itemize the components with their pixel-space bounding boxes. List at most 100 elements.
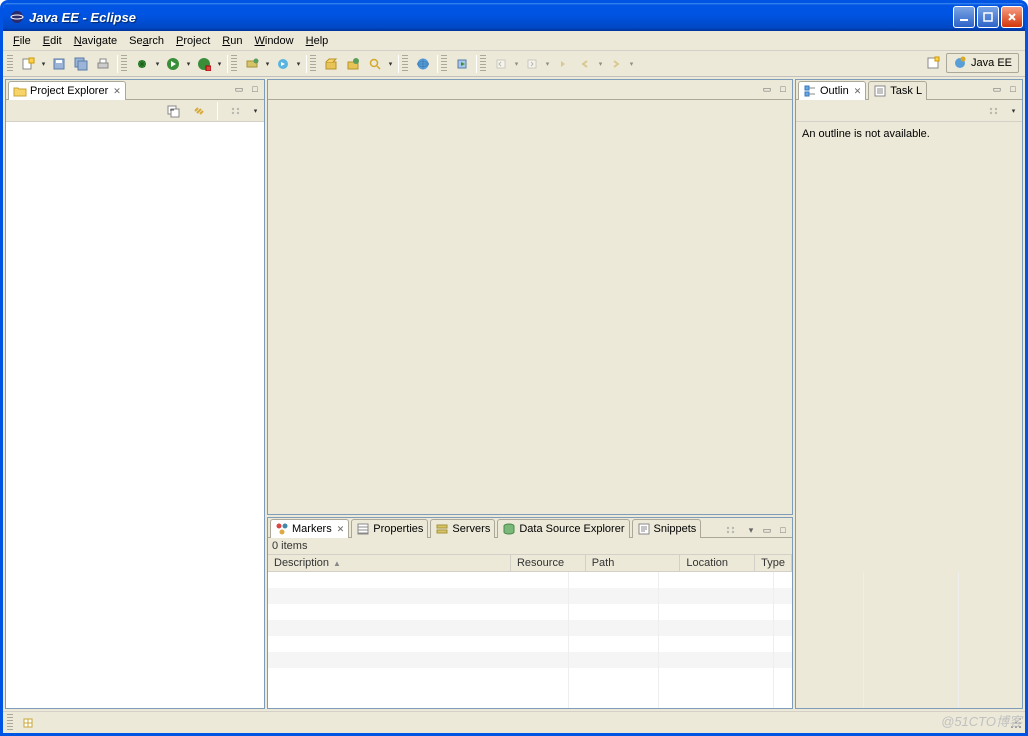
menu-project[interactable]: Project bbox=[170, 33, 216, 49]
collapse-all-button[interactable] bbox=[163, 101, 183, 121]
print-button[interactable] bbox=[93, 54, 113, 74]
view-menu-button[interactable] bbox=[226, 101, 246, 121]
toolbar-grip[interactable] bbox=[310, 55, 316, 73]
search-dropdown[interactable]: ▾ bbox=[386, 54, 395, 74]
minimize-view-button[interactable]: ▭ bbox=[760, 523, 774, 537]
new-package-button[interactable] bbox=[321, 54, 341, 74]
outline-body[interactable]: An outline is not available. bbox=[796, 122, 1022, 708]
minimize-view-button[interactable]: ▭ bbox=[232, 82, 246, 96]
debug-button[interactable] bbox=[132, 54, 152, 74]
maximize-button[interactable] bbox=[977, 6, 999, 28]
toolbar-grip[interactable] bbox=[7, 55, 13, 73]
run-last-dropdown[interactable]: ▾ bbox=[215, 54, 224, 74]
link-editor-button[interactable] bbox=[189, 101, 209, 121]
tab-servers[interactable]: Servers bbox=[430, 519, 495, 538]
menu-file[interactable]: File bbox=[7, 33, 37, 49]
start-server-button[interactable] bbox=[273, 54, 293, 74]
tab-close-icon[interactable]: ✕ bbox=[113, 86, 121, 97]
tab-close-icon[interactable]: ✕ bbox=[337, 524, 345, 535]
col-location[interactable]: Location bbox=[680, 555, 755, 571]
toolbar-grip[interactable] bbox=[231, 55, 237, 73]
maximize-view-button[interactable]: □ bbox=[776, 523, 790, 537]
outline-menu-dropdown[interactable]: ▾ bbox=[1009, 101, 1018, 121]
new-dropdown[interactable]: ▾ bbox=[39, 54, 48, 74]
fwd-nav-button[interactable] bbox=[522, 54, 542, 74]
status-grip[interactable] bbox=[7, 714, 13, 732]
tab-data-source-explorer[interactable]: Data Source Explorer bbox=[497, 519, 629, 538]
close-button[interactable] bbox=[1001, 6, 1023, 28]
project-explorer-body[interactable] bbox=[6, 122, 264, 708]
toolbar-grip[interactable] bbox=[441, 55, 447, 73]
run-dropdown[interactable]: ▾ bbox=[184, 54, 193, 74]
back-nav-dropdown[interactable]: ▾ bbox=[512, 54, 521, 74]
toolbar-grip[interactable] bbox=[402, 55, 408, 73]
web-browser-button[interactable] bbox=[413, 54, 433, 74]
view-menu-dropdown[interactable]: ▾ bbox=[251, 101, 260, 121]
menu-edit[interactable]: Edit bbox=[37, 33, 68, 49]
maximize-editor-button[interactable]: □ bbox=[776, 82, 790, 96]
new-server-button[interactable] bbox=[242, 54, 262, 74]
table-row bbox=[268, 652, 792, 668]
open-type-button[interactable] bbox=[343, 54, 363, 74]
run-config-button[interactable] bbox=[452, 54, 472, 74]
tab-snippets[interactable]: Snippets bbox=[632, 519, 702, 538]
open-perspective-button[interactable] bbox=[923, 53, 943, 73]
history-back-button[interactable] bbox=[575, 54, 595, 74]
maximize-view-button[interactable]: □ bbox=[1006, 82, 1020, 96]
new-server-dropdown[interactable]: ▾ bbox=[263, 54, 272, 74]
col-resource[interactable]: Resource bbox=[511, 555, 586, 571]
tab-task-list[interactable]: Task L bbox=[868, 81, 927, 100]
minimize-view-button[interactable]: ▭ bbox=[990, 82, 1004, 96]
menu-navigate[interactable]: Navigate bbox=[68, 33, 123, 49]
editor-tabs: ▭ □ bbox=[268, 80, 792, 100]
last-edit-button[interactable] bbox=[553, 54, 573, 74]
menu-help[interactable]: Help bbox=[300, 33, 335, 49]
menu-run[interactable]: Run bbox=[216, 33, 248, 49]
tab-project-explorer[interactable]: Project Explorer ✕ bbox=[8, 81, 126, 100]
search-button[interactable] bbox=[365, 54, 385, 74]
tab-label: Properties bbox=[373, 523, 423, 535]
minimize-button[interactable] bbox=[953, 6, 975, 28]
view-menu-button[interactable]: ▾ bbox=[744, 523, 758, 537]
filter-button[interactable] bbox=[721, 520, 741, 540]
back-nav-button[interactable] bbox=[491, 54, 511, 74]
fwd-nav-dropdown[interactable]: ▾ bbox=[543, 54, 552, 74]
datasource-icon bbox=[502, 522, 516, 536]
col-path[interactable]: Path bbox=[586, 555, 681, 571]
save-button[interactable] bbox=[49, 54, 69, 74]
tab-outline[interactable]: Outlin ✕ bbox=[798, 81, 866, 100]
col-type[interactable]: Type bbox=[755, 555, 792, 571]
menu-search[interactable]: Search bbox=[123, 33, 170, 49]
tab-markers[interactable]: Markers ✕ bbox=[270, 519, 349, 538]
editor-body[interactable] bbox=[268, 100, 792, 514]
maximize-view-button[interactable]: □ bbox=[248, 82, 262, 96]
run-button[interactable] bbox=[163, 54, 183, 74]
new-button[interactable] bbox=[18, 54, 38, 74]
toolbar-grip[interactable] bbox=[480, 55, 486, 73]
save-all-button[interactable] bbox=[71, 54, 91, 74]
tab-close-icon[interactable]: ✕ bbox=[854, 86, 862, 97]
outline-menu-button[interactable] bbox=[984, 101, 1004, 121]
col-description[interactable]: Description ▲ bbox=[268, 555, 511, 571]
title-bar[interactable]: Java EE - Eclipse bbox=[3, 3, 1025, 31]
show-view-button[interactable] bbox=[18, 713, 38, 733]
tab-properties[interactable]: Properties bbox=[351, 519, 428, 538]
project-explorer-tabs: Project Explorer ✕ ▭ □ bbox=[6, 80, 264, 100]
history-back-dropdown[interactable]: ▾ bbox=[596, 54, 605, 74]
start-server-dropdown[interactable]: ▾ bbox=[294, 54, 303, 74]
col-divider bbox=[863, 572, 864, 708]
debug-dropdown[interactable]: ▾ bbox=[153, 54, 162, 74]
servers-icon bbox=[435, 522, 449, 536]
markers-table-body[interactable] bbox=[268, 572, 792, 708]
toolbar-grip[interactable] bbox=[121, 55, 127, 73]
status-bar bbox=[3, 711, 1025, 733]
history-fwd-button[interactable] bbox=[606, 54, 626, 74]
history-fwd-dropdown[interactable]: ▾ bbox=[627, 54, 636, 74]
menu-window[interactable]: Window bbox=[248, 33, 299, 49]
outline-empty-text: An outline is not available. bbox=[796, 122, 1022, 146]
perspective-javaee[interactable]: Java EE bbox=[946, 53, 1019, 73]
toolbar-sep bbox=[476, 55, 477, 73]
run-last-button[interactable] bbox=[194, 54, 214, 74]
minimize-editor-button[interactable]: ▭ bbox=[760, 82, 774, 96]
project-explorer-panel: Project Explorer ✕ ▭ □ ▾ bbox=[5, 79, 265, 709]
